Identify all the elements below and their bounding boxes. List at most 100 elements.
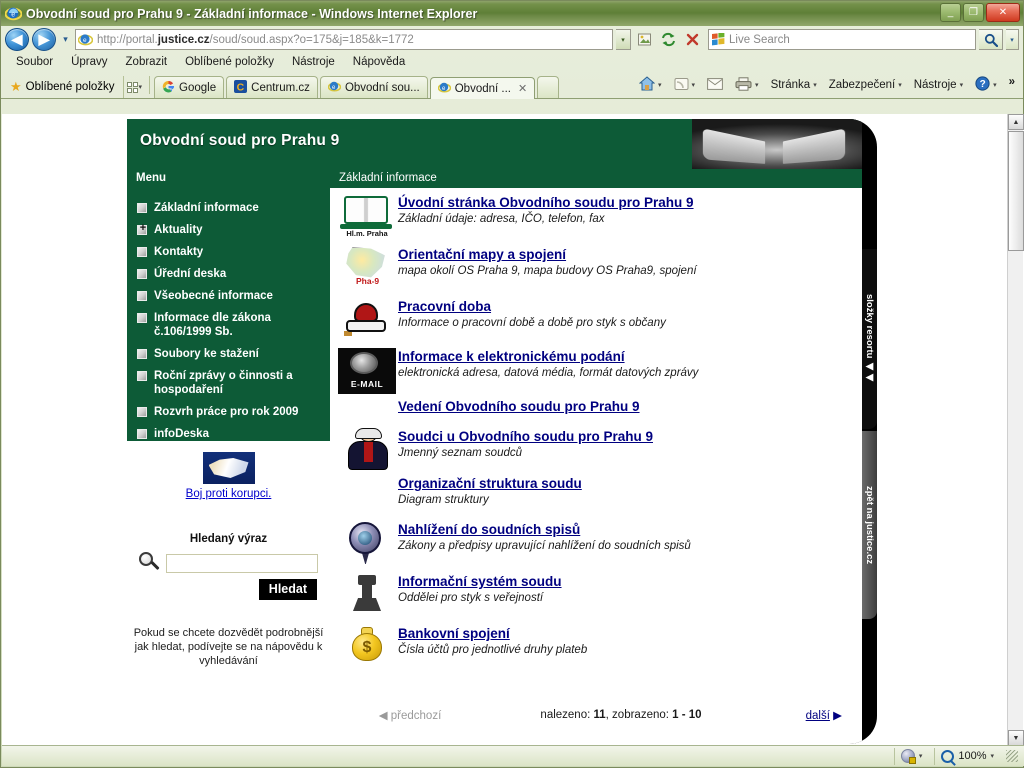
favorites-button[interactable]: ★ Oblíbené položky <box>4 76 121 98</box>
menu-item-upravy[interactable]: Úpravy <box>62 54 116 70</box>
zoom-icon <box>941 749 955 763</box>
chevron-down-icon[interactable]: ▾ <box>139 83 143 91</box>
sidebar-item-kontakty[interactable]: Kontakty <box>127 241 330 263</box>
entry-title-link[interactable]: Bankovní spojení <box>398 626 510 641</box>
open-book-banner-image <box>692 119 862 169</box>
close-tab-icon[interactable]: ✕ <box>518 82 527 95</box>
sidebar-item-aktuality[interactable]: Aktuality <box>127 219 330 241</box>
sidebar-item-rocni-zpravy[interactable]: Roční zprávy o činnosti a hospodaření <box>127 365 330 401</box>
entry-title-link[interactable]: Soudci u Obvodního soudu pro Prahu 9 <box>398 429 653 444</box>
entry-title-link[interactable]: Informační systém soudu <box>398 574 562 589</box>
help-menu-button[interactable]: ? ▾ <box>970 74 1002 96</box>
favorites-label: Oblíbené položky <box>25 81 115 93</box>
sidebar-item-rozvrh-prace[interactable]: Rozvrh práce pro rok 2009 <box>127 401 330 423</box>
browser-tab-1[interactable]: e Obvodní sou... <box>319 76 428 98</box>
feeds-icon[interactable] <box>634 29 655 50</box>
menu-item-zobrazit[interactable]: Zobrazit <box>117 54 177 70</box>
tower-base <box>353 598 381 611</box>
back-button[interactable]: ◀ <box>5 28 29 51</box>
address-dropdown-icon[interactable]: ▾ <box>616 29 631 50</box>
navigation-bar: ◀ ▶ ▾ e http://portal.justice.cz/soud/so… <box>1 26 1023 52</box>
feeds-button[interactable]: ▾ <box>669 75 701 96</box>
bookmark-google[interactable]: Google <box>154 76 225 98</box>
side-tab-zpet-na-justice[interactable]: zpět na justice.cz <box>862 431 877 619</box>
site-search-input[interactable] <box>166 553 318 573</box>
expand-plus-icon[interactable] <box>137 222 148 235</box>
minimize-button[interactable]: _ <box>940 3 961 22</box>
chevron-down-icon[interactable]: ▾ <box>755 81 759 89</box>
next-page-link[interactable]: další ▶ <box>762 708 842 722</box>
content-list: Hl.m. Praha Úvodní stránka Obvodního sou… <box>330 188 862 744</box>
history-dropdown-icon[interactable]: ▾ <box>59 34 72 45</box>
sidebar-item-soubory-ke-stazeni[interactable]: Soubory ke stažení <box>127 343 330 365</box>
maximize-button[interactable]: ❐ <box>963 3 984 22</box>
print-button[interactable]: ▾ <box>730 75 764 96</box>
menu-item-napoveda[interactable]: Nápověda <box>344 54 414 70</box>
bookmark-centrum[interactable]: C Centrum.cz <box>226 76 318 98</box>
stop-icon[interactable] <box>682 29 703 50</box>
browser-tab-2-active[interactable]: e Obvodní ... ✕ <box>429 77 536 99</box>
bullet-square-icon <box>137 247 147 257</box>
security-menu-button[interactable]: Zabezpečení ▾ <box>824 77 907 93</box>
sidebar-item-zakladni-informace[interactable]: Základní informace <box>127 197 330 219</box>
new-tab-button[interactable] <box>537 76 560 98</box>
address-bar[interactable]: e http://portal.justice.cz/soud/soud.asp… <box>75 29 613 50</box>
sidebar-item-informace-dle-zakona[interactable]: Informace dle zákona č.106/1999 Sb. <box>127 307 330 343</box>
tools-menu-button[interactable]: Nástroje ▾ <box>909 77 968 93</box>
chevron-down-icon[interactable]: ▾ <box>990 752 994 760</box>
side-tab-slozky-resortu[interactable]: složky resortu ◀◀ <box>862 249 877 429</box>
search-input[interactable]: Live Search <box>708 29 976 50</box>
chevron-down-icon[interactable]: ▾ <box>898 81 902 89</box>
menu-item-oblibene-polozky[interactable]: Oblíbené položky <box>176 54 283 70</box>
page-menu-button[interactable]: Stránka ▾ <box>766 77 822 93</box>
resize-grip[interactable] <box>1006 750 1018 762</box>
search-go-icon[interactable] <box>979 29 1003 50</box>
scrollbar-thumb[interactable] <box>1008 131 1024 251</box>
book-icon: Hl.m. Praha <box>338 194 396 240</box>
list-item: Informační systém soudu Oddělei pro styk… <box>330 573 862 623</box>
zoom-level-label: 100% <box>958 750 987 762</box>
scroll-down-button[interactable]: ▼ <box>1008 730 1024 746</box>
sidebar-item-uredni-deska[interactable]: Úřední deska <box>127 263 330 285</box>
boj-proti-korupci-link[interactable]: Boj proti korupci. <box>127 488 330 500</box>
window-controls: _ ❐ ✕ <box>940 3 1020 22</box>
sidebar-item-label: infoDeska <box>154 428 209 440</box>
entry-title-link[interactable]: Vedení Obvodního soudu pro Prahu 9 <box>398 399 640 414</box>
entry-text: Pracovní doba Informace o pracovní době … <box>398 298 666 346</box>
entry-title-link[interactable]: Nahlížení do soudních spisů <box>398 522 580 537</box>
chevron-down-icon[interactable]: ▾ <box>658 81 662 89</box>
magnifier-icon <box>139 552 161 574</box>
sidebar-item-vseobecne-informace[interactable]: Všeobecné informace <box>127 285 330 307</box>
entry-title-link[interactable]: Orientační mapy a spojení <box>398 247 566 262</box>
menu-item-nastroje[interactable]: Nástroje <box>283 54 344 70</box>
menu-item-soubor[interactable]: Soubor <box>7 54 62 70</box>
command-bar-overflow[interactable]: » <box>1004 74 1020 90</box>
bullet-square-icon <box>137 429 147 439</box>
security-zone-indicator[interactable]: ▾ <box>893 747 929 765</box>
close-button[interactable]: ✕ <box>986 3 1020 22</box>
list-item: Nahlížení do soudních spisů Zákony a pře… <box>330 521 862 571</box>
refresh-icon[interactable] <box>658 29 679 50</box>
hledat-submit-button[interactable]: Hledat <box>258 579 317 600</box>
zoom-control[interactable]: 100% ▾ <box>934 747 1000 765</box>
chevron-down-icon[interactable]: ▾ <box>692 81 696 89</box>
search-provider-dropdown-icon[interactable]: ▾ <box>1006 29 1019 50</box>
entry-title-link[interactable]: Úvodní stránka Obvodního soudu pro Prahu… <box>398 195 694 210</box>
read-mail-button[interactable] <box>702 76 728 95</box>
home-button[interactable]: ▾ <box>634 74 667 96</box>
scroll-up-button[interactable]: ▲ <box>1008 114 1024 130</box>
quick-tabs-button[interactable]: ▾ <box>122 76 146 98</box>
entry-title-link[interactable]: Organizační struktura soudu <box>398 476 582 491</box>
list-item: Soudci u Obvodního soudu pro Prahu 9 Jme… <box>330 428 862 473</box>
forward-button[interactable]: ▶ <box>32 28 56 51</box>
chevron-down-icon[interactable]: ▾ <box>993 81 997 89</box>
boj-proti-korupci-banner-image[interactable] <box>202 452 255 484</box>
entry-title-link[interactable]: Pracovní doba <box>398 299 491 314</box>
chevron-down-icon[interactable]: ▾ <box>960 81 964 89</box>
page-scrollbar[interactable]: ▲ ▼ <box>1007 114 1024 746</box>
chevron-down-icon[interactable]: ▾ <box>919 752 923 760</box>
chevron-down-icon[interactable]: ▾ <box>813 81 817 89</box>
sidebar: Základní informace Aktuality Kontakty <box>127 188 330 744</box>
entry-text: Vedení Obvodního soudu pro Prahu 9 <box>398 398 640 426</box>
entry-title-link[interactable]: Informace k elektronickému podání <box>398 349 625 364</box>
